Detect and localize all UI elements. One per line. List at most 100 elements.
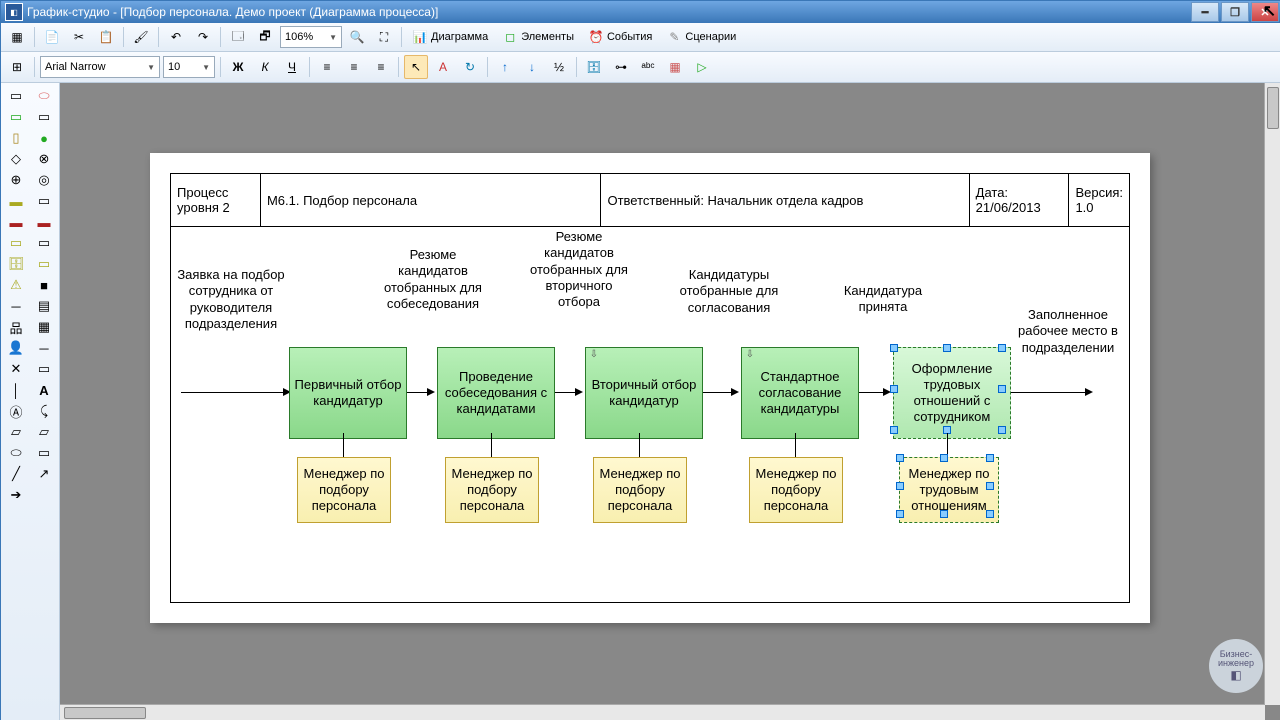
arrow-up-icon[interactable]: ↑ (493, 55, 517, 79)
shape-person-icon[interactable]: 👤 (7, 339, 25, 357)
text-color-icon[interactable]: A (431, 55, 455, 79)
align-center-icon[interactable]: ≡ (342, 55, 366, 79)
shape-circle-plus-icon[interactable]: ⊕ (7, 171, 25, 189)
shape-rect5-icon[interactable]: ▭ (35, 444, 53, 462)
role-box-5[interactable]: Менеджер по трудовым отношениям (899, 457, 999, 523)
resize-handle[interactable] (943, 344, 951, 352)
cut-icon[interactable]: ✂ (67, 25, 91, 49)
shape-text-icon[interactable]: A (35, 381, 53, 399)
resize-handle[interactable] (998, 426, 1006, 434)
menu-scenarios[interactable]: ✎Сценарии (661, 26, 742, 48)
resize-handle[interactable] (998, 385, 1006, 393)
brush-icon[interactable]: 🖌 (129, 25, 153, 49)
resize-handle[interactable] (986, 482, 994, 490)
resize-handle[interactable] (896, 454, 904, 462)
tool-a-icon[interactable]: 🗔 (226, 25, 250, 49)
shape-oval-icon[interactable]: ⬭ (35, 87, 53, 105)
shape-circle-x-icon[interactable]: ⊗ (35, 150, 53, 168)
menu-events[interactable]: ⏰События (583, 26, 658, 48)
align-left-icon[interactable]: ≡ (315, 55, 339, 79)
shape-rarrow-icon[interactable]: ➔ (7, 486, 25, 504)
font-size-select[interactable]: 10▼ (163, 56, 215, 78)
shape-rect-y2-icon[interactable]: ▭ (7, 234, 25, 252)
shape-tree-icon[interactable]: 品 (7, 318, 25, 336)
shape-arrow-icon[interactable]: ↗ (35, 465, 53, 483)
shape-para-icon[interactable]: ▱ (7, 423, 25, 441)
resize-handle[interactable] (890, 426, 898, 434)
minimize-button[interactable]: ━ (1191, 2, 1219, 22)
resize-handle[interactable] (986, 510, 994, 518)
run-icon[interactable]: ▷ (690, 55, 714, 79)
shape-curve-icon[interactable]: ⤹ (35, 402, 53, 420)
align-right-icon[interactable]: ≡ (369, 55, 393, 79)
italic-button[interactable]: К (253, 55, 277, 79)
horizontal-scrollbar[interactable] (60, 704, 1265, 720)
shape-black-icon[interactable]: ■ (35, 276, 53, 294)
resize-handle[interactable] (896, 510, 904, 518)
menu-elements[interactable]: ◻Элементы (497, 26, 580, 48)
tool-grid-icon[interactable]: ▦ (5, 25, 29, 49)
number-icon[interactable]: ½ (547, 55, 571, 79)
font-select[interactable]: Arial Narrow▼ (40, 56, 160, 78)
shape-rect-out3-icon[interactable]: ▭ (35, 234, 53, 252)
process-box-1[interactable]: Первичный отбор кандидатур (289, 347, 407, 439)
diagram-paper[interactable]: Процесс уровня 2 М6.1. Подбор персонала … (150, 153, 1150, 623)
canvas-scroll[interactable]: Процесс уровня 2 М6.1. Подбор персонала … (60, 83, 1280, 720)
shape-doc-icon[interactable]: ▤ (35, 297, 53, 315)
role-box-3[interactable]: Менеджер по подбору персонала (593, 457, 687, 523)
shape-out4-icon[interactable]: ▭ (35, 360, 53, 378)
shape-line3-icon[interactable]: ╱ (7, 465, 25, 483)
resize-handle[interactable] (940, 454, 948, 462)
paste-icon[interactable]: 📋 (94, 25, 118, 49)
shape-line2-icon[interactable]: ─ (35, 339, 53, 357)
resize-handle[interactable] (998, 344, 1006, 352)
process-box-4[interactable]: Стандартное согласование кандидатуры (741, 347, 859, 439)
role-box-4[interactable]: Менеджер по подбору персонала (749, 457, 843, 523)
shape-rect-red2-icon[interactable]: ▬ (35, 213, 53, 231)
resize-handle[interactable] (890, 385, 898, 393)
redo-icon[interactable]: ↷ (191, 25, 215, 49)
link-icon[interactable]: ⊶ (609, 55, 633, 79)
shape-line-icon[interactable]: ─ (7, 297, 25, 315)
shape-warn-icon[interactable]: ⚠ (7, 276, 25, 294)
shape-textbox-icon[interactable]: Ⓐ (7, 402, 25, 420)
role-box-1[interactable]: Менеджер по подбору персонала (297, 457, 391, 523)
role-box-2[interactable]: Менеджер по подбору персонала (445, 457, 539, 523)
shape-rect-yellow-icon[interactable]: ▬ (7, 192, 25, 210)
maximize-button[interactable]: ❐ (1221, 2, 1249, 22)
scrollbar-thumb[interactable] (64, 707, 146, 719)
shape-rect-green-icon[interactable]: ▭ (7, 108, 25, 126)
shape-cyl-icon[interactable]: ▯ (7, 129, 25, 147)
resize-handle[interactable] (986, 454, 994, 462)
process-box-2[interactable]: Проведение собеседования с кандидатами (437, 347, 555, 439)
menu-diagram[interactable]: 📊Диаграмма (407, 26, 494, 48)
shape-rect-out2-icon[interactable]: ▭ (35, 192, 53, 210)
shape-circle-o-icon[interactable]: ◎ (35, 171, 53, 189)
bold-button[interactable]: Ж (226, 55, 250, 79)
zoom-in-icon[interactable]: 🔍 (345, 25, 369, 49)
tool-b-icon[interactable]: 🗗 (253, 25, 277, 49)
shape-circle-green-icon[interactable]: ● (35, 129, 53, 147)
underline-button[interactable]: Ч (280, 55, 304, 79)
shape-diamond-icon[interactable]: ◇ (7, 150, 25, 168)
shape-rect-red-icon[interactable]: ▬ (7, 213, 25, 231)
resize-handle[interactable] (890, 344, 898, 352)
copy-icon[interactable]: 📄 (40, 25, 64, 49)
shape-cross-icon[interactable]: ✕ (7, 360, 25, 378)
shape-para2-icon[interactable]: ▱ (35, 423, 53, 441)
tool-layout-icon[interactable]: ⊞ (5, 55, 29, 79)
zoom-select[interactable]: 106%▼ (280, 26, 342, 48)
process-box-5[interactable]: Оформление трудовых отношений с сотрудни… (893, 347, 1011, 439)
shape-grid-icon[interactable]: ▦ (35, 318, 53, 336)
shape-rect-y3-icon[interactable]: ▭ (35, 255, 53, 273)
refresh-icon[interactable]: ↻ (458, 55, 482, 79)
arrow-down-icon[interactable]: ↓ (520, 55, 544, 79)
process-box-3[interactable]: Вторичный отбор кандидатур (585, 347, 703, 439)
shape-vline-icon[interactable]: │ (7, 381, 25, 399)
shape-rect-out-icon[interactable]: ▭ (35, 108, 53, 126)
shape-db-icon[interactable]: 🗄 (7, 255, 25, 273)
pointer-tool[interactable]: ↖ (404, 55, 428, 79)
vertical-scrollbar[interactable] (1264, 83, 1280, 705)
zoom-fit-icon[interactable]: ⛶ (372, 25, 396, 49)
resize-handle[interactable] (896, 482, 904, 490)
